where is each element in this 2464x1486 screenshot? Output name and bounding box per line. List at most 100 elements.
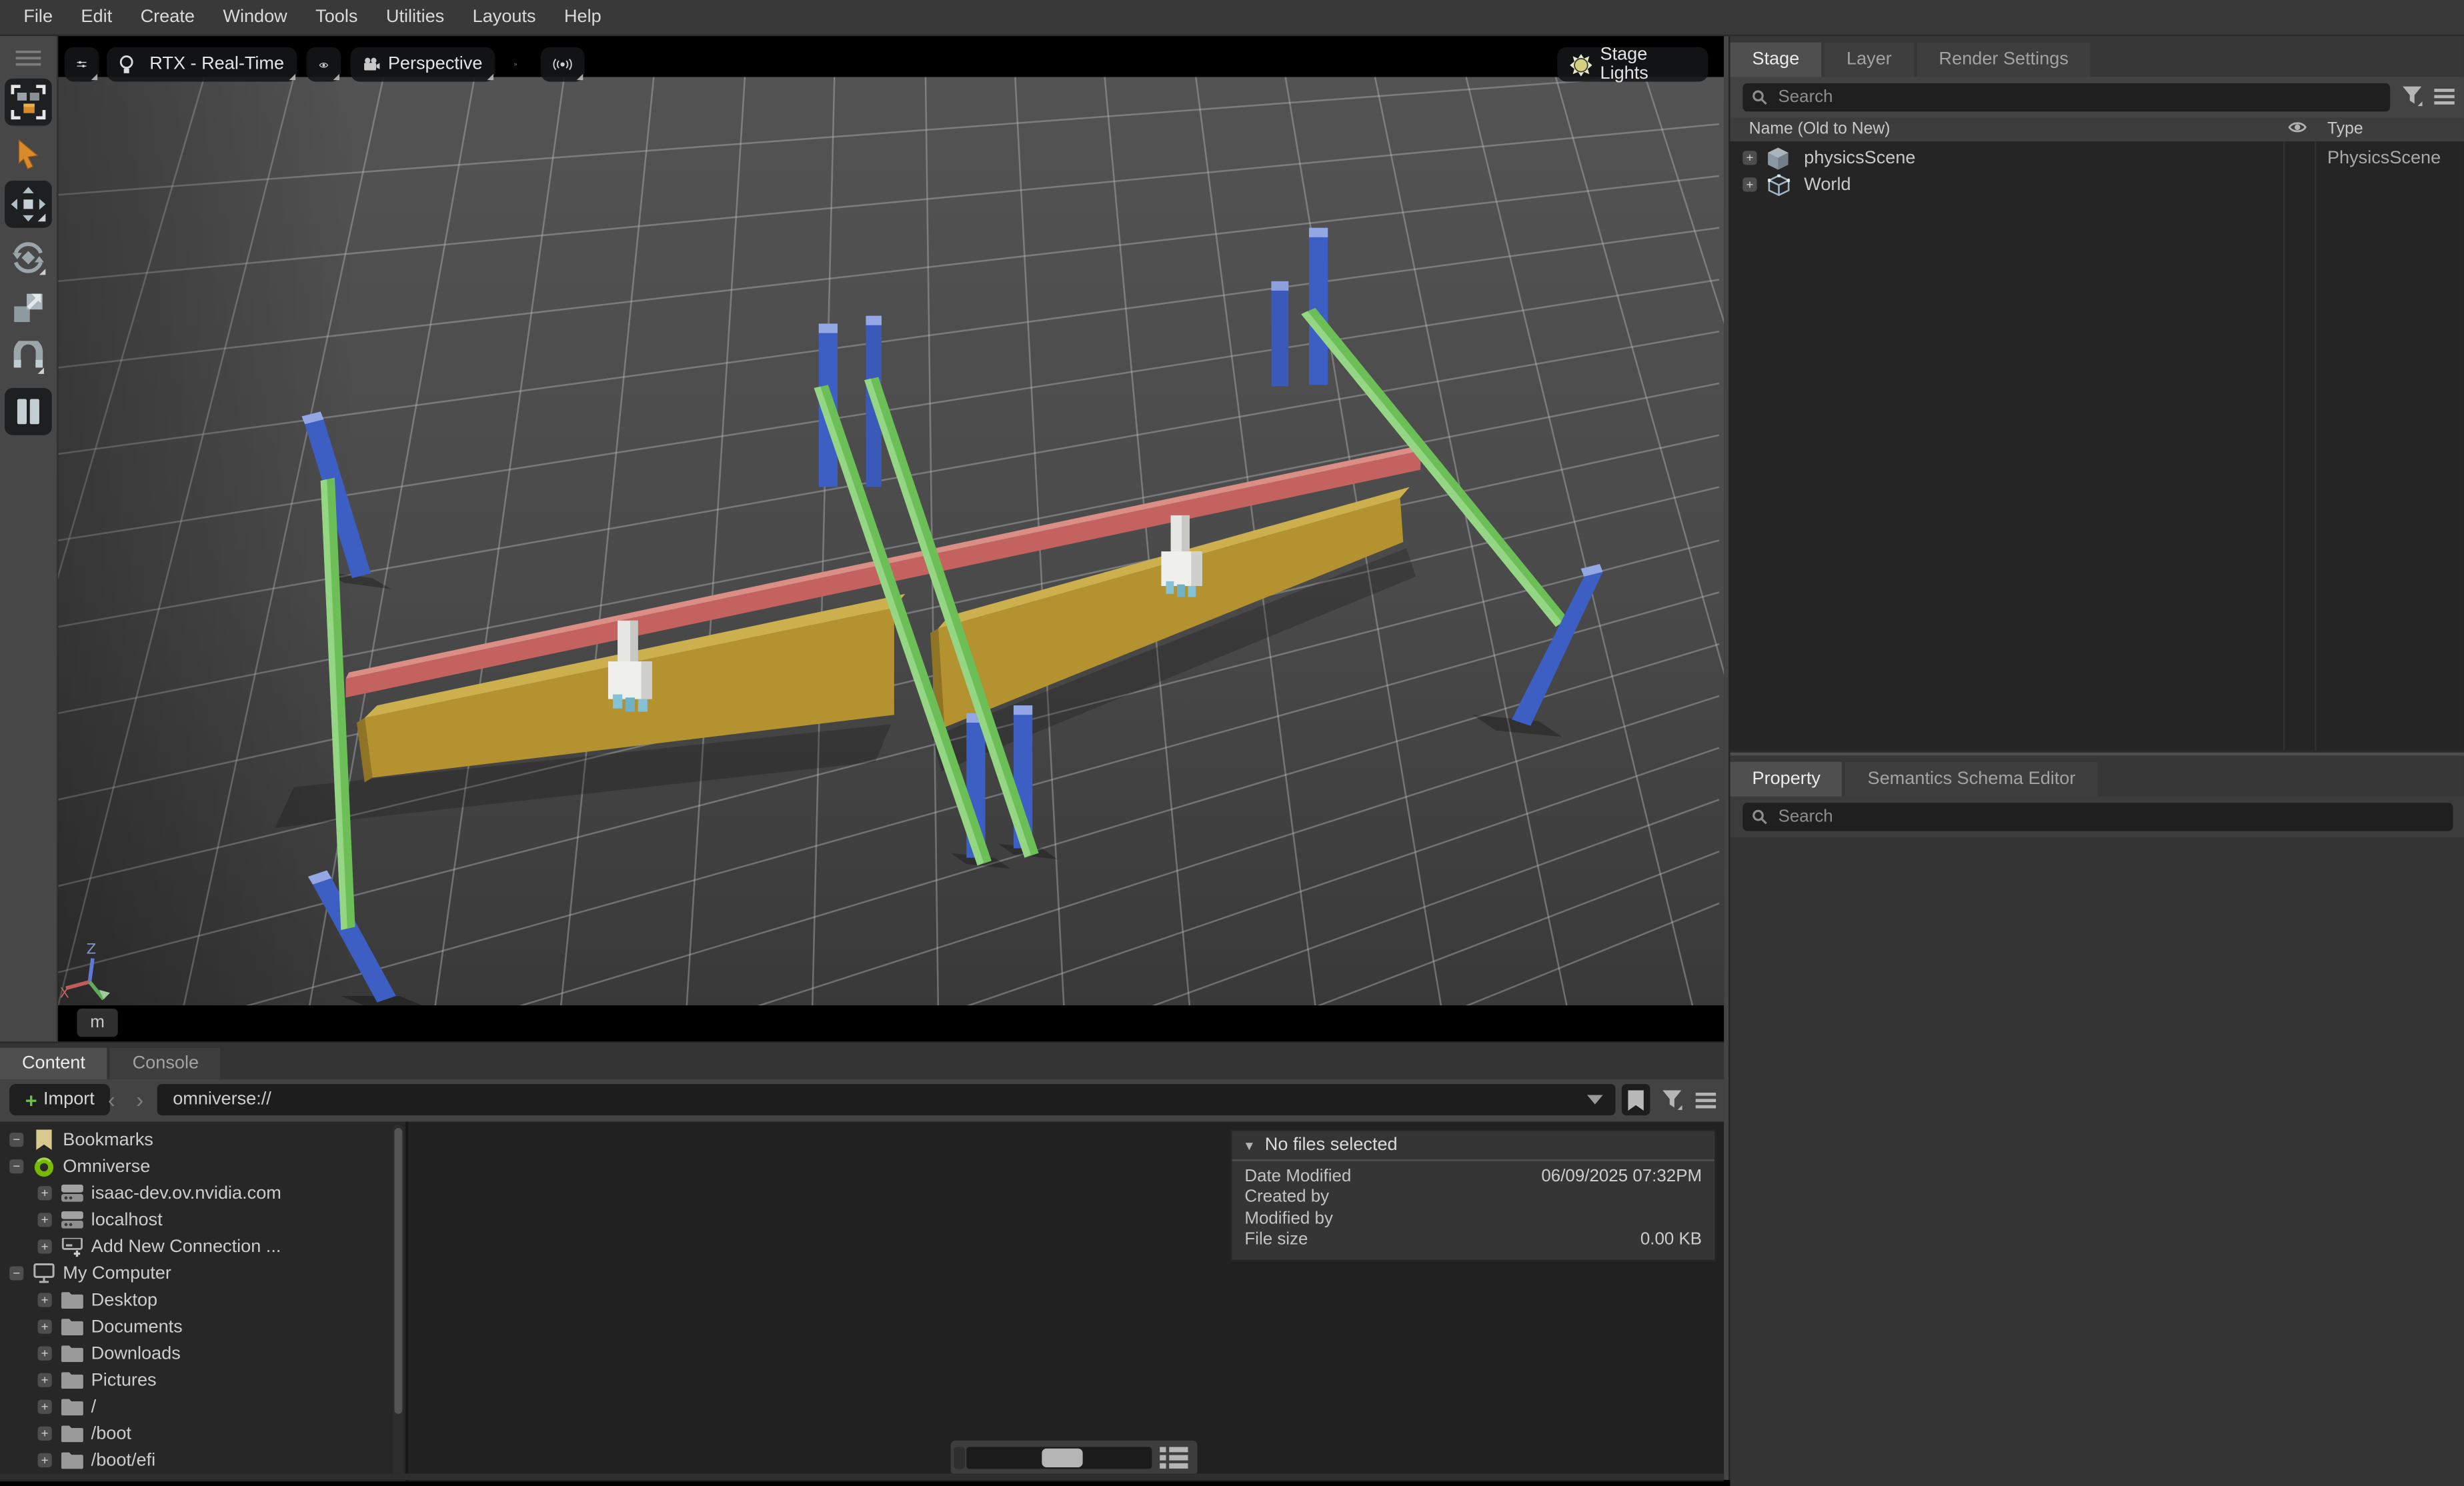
select-mode-button[interactable] — [5, 79, 52, 126]
tree-item-bookmarks[interactable]: − Bookmarks — [0, 1127, 402, 1153]
tree-item-boot[interactable]: + /boot — [0, 1420, 431, 1447]
path-input[interactable] — [170, 1089, 1588, 1111]
rotate-tool-button[interactable] — [5, 234, 52, 281]
svg-text:Z: Z — [87, 940, 97, 957]
left-toolbar — [0, 36, 58, 1041]
expand-toggle[interactable]: + — [38, 1319, 52, 1333]
expand-toggle[interactable]: + — [38, 1400, 52, 1414]
expand-toggle[interactable]: + — [38, 1427, 52, 1441]
toolbar-expand-chevrons[interactable] — [501, 47, 529, 82]
expand-toggle[interactable]: + — [38, 1186, 52, 1200]
stage-lights-button[interactable]: Stage Lights — [1557, 47, 1708, 82]
grid-view-icon[interactable] — [1160, 1447, 1188, 1469]
server-add-icon — [60, 1237, 83, 1257]
stage-search-input[interactable] — [1742, 83, 2390, 111]
expand-toggle[interactable]: + — [1742, 177, 1756, 191]
slider-handle[interactable] — [1042, 1449, 1082, 1467]
tab-console[interactable]: Console — [111, 1048, 221, 1079]
viewport[interactable]: Z X RTX - Real-Time — [58, 36, 1724, 1041]
menu-window[interactable]: Window — [209, 8, 301, 27]
content-toolbar: + Import ‹ › — [0, 1079, 1724, 1122]
expand-toggle[interactable]: + — [38, 1347, 52, 1361]
tab-stage[interactable]: Stage — [1730, 43, 1822, 77]
file-listing-area[interactable]: ▼ No files selected Date Modified06/09/2… — [409, 1122, 1724, 1482]
path-dropdown-icon[interactable] — [1587, 1095, 1603, 1104]
scale-tool-button[interactable] — [5, 285, 52, 332]
folder-icon — [60, 1343, 83, 1364]
stage-row-world[interactable]: + World — [1730, 171, 2464, 198]
stage-options-icon[interactable] — [2434, 88, 2455, 105]
details-header[interactable]: ▼ No files selected — [1232, 1131, 1714, 1161]
tab-property[interactable]: Property — [1730, 762, 1842, 797]
tab-semantics-schema-editor[interactable]: Semantics Schema Editor — [1846, 762, 2098, 797]
type-column-header[interactable]: Type — [2327, 119, 2363, 138]
details-row-date-modified: Date Modified06/09/2025 07:32PM — [1232, 1166, 1714, 1187]
tree-item-downloads[interactable]: + Downloads — [0, 1340, 431, 1367]
tree-item-my-computer[interactable]: − My Computer — [0, 1260, 402, 1287]
menu-help[interactable]: Help — [550, 8, 615, 27]
units-selector[interactable]: m — [77, 1009, 117, 1037]
stage-row-physicsscene[interactable]: + physicsScene PhysicsScene — [1730, 145, 2464, 171]
stage-search-field[interactable] — [1775, 87, 2381, 109]
path-bar[interactable] — [157, 1084, 1616, 1115]
tab-render-settings[interactable]: Render Settings — [1917, 43, 2091, 77]
camera-button[interactable]: Perspective — [350, 47, 495, 82]
property-panel-body — [1730, 837, 2464, 1486]
expand-toggle[interactable]: + — [38, 1213, 52, 1227]
tree-item-boot-efi[interactable]: + /boot/efi — [0, 1447, 431, 1473]
cursor-select-button[interactable] — [5, 131, 52, 178]
name-column-header[interactable]: Name (Old to New) — [1749, 119, 1891, 138]
toolbar-grip-icon[interactable] — [5, 44, 52, 72]
menu-tools[interactable]: Tools — [301, 8, 372, 27]
expand-toggle[interactable]: + — [1742, 151, 1756, 165]
menu-edit[interactable]: Edit — [67, 8, 126, 27]
menu-utilities[interactable]: Utilities — [372, 8, 459, 27]
tree-scrollbar[interactable] — [393, 1125, 403, 1478]
tree-item-desktop[interactable]: + Desktop — [0, 1287, 431, 1313]
broadcast-button[interactable] — [541, 47, 585, 82]
stage-filter-icon[interactable] — [2403, 87, 2423, 107]
scrollbar-thumb[interactable] — [394, 1128, 402, 1414]
tree-item-documents[interactable]: + Documents — [0, 1313, 431, 1340]
forward-button[interactable]: › — [129, 1084, 151, 1115]
expand-toggle[interactable]: + — [38, 1239, 52, 1253]
visibility-button[interactable] — [307, 47, 341, 82]
pause-button[interactable] — [5, 388, 52, 435]
panel-splitter[interactable] — [1730, 751, 2464, 755]
thumbnail-size-bar — [951, 1441, 1198, 1475]
menu-layouts[interactable]: Layouts — [458, 8, 549, 27]
import-button[interactable]: + Import — [9, 1084, 110, 1115]
collapse-toggle[interactable]: − — [9, 1133, 23, 1147]
property-search-input[interactable] — [1742, 803, 2453, 831]
collapse-toggle[interactable]: − — [9, 1266, 23, 1280]
expand-toggle[interactable]: + — [38, 1453, 52, 1467]
viewport-settings-button[interactable] — [65, 47, 99, 82]
menu-create[interactable]: Create — [126, 8, 209, 27]
tab-layer[interactable]: Layer — [1824, 43, 1914, 77]
tree-item-omniverse[interactable]: − Omniverse — [0, 1153, 402, 1180]
menu-bar: File Edit Create Window Tools Utilities … — [0, 0, 2464, 36]
tree-item-isaac-dev[interactable]: + isaac-dev.ov.nvidia.com — [0, 1180, 431, 1207]
content-options-icon[interactable] — [1691, 1084, 1719, 1115]
tree-item-add-new-connection[interactable]: + Add New Connection ... — [0, 1233, 431, 1260]
renderer-button[interactable]: RTX - Real-Time — [107, 47, 297, 82]
prim-name: physicsScene — [1804, 149, 1915, 167]
property-search-field[interactable] — [1775, 806, 2444, 828]
content-panel: Content Console + Import ‹ › — [0, 1041, 1724, 1479]
snap-tool-button[interactable] — [5, 335, 52, 382]
visibility-column-icon[interactable] — [2288, 119, 2307, 135]
collapse-toggle[interactable]: − — [9, 1159, 23, 1173]
tree-item-pictures[interactable]: + Pictures — [0, 1367, 431, 1393]
tree-item-localhost[interactable]: + localhost — [0, 1207, 431, 1233]
bookmark-button[interactable] — [1622, 1084, 1650, 1115]
expand-toggle[interactable]: + — [38, 1293, 52, 1307]
content-filter-icon[interactable] — [1658, 1084, 1686, 1115]
back-button[interactable]: ‹ — [101, 1084, 123, 1115]
tree-item-root[interactable]: + / — [0, 1393, 431, 1420]
viewport-3d-scene[interactable]: Z X — [58, 77, 1724, 1005]
menu-file[interactable]: File — [9, 8, 67, 27]
expand-toggle[interactable]: + — [38, 1373, 52, 1387]
tab-content[interactable]: Content — [0, 1048, 107, 1079]
thumbnail-size-slider[interactable] — [966, 1447, 1152, 1469]
move-tool-button[interactable] — [5, 181, 52, 228]
